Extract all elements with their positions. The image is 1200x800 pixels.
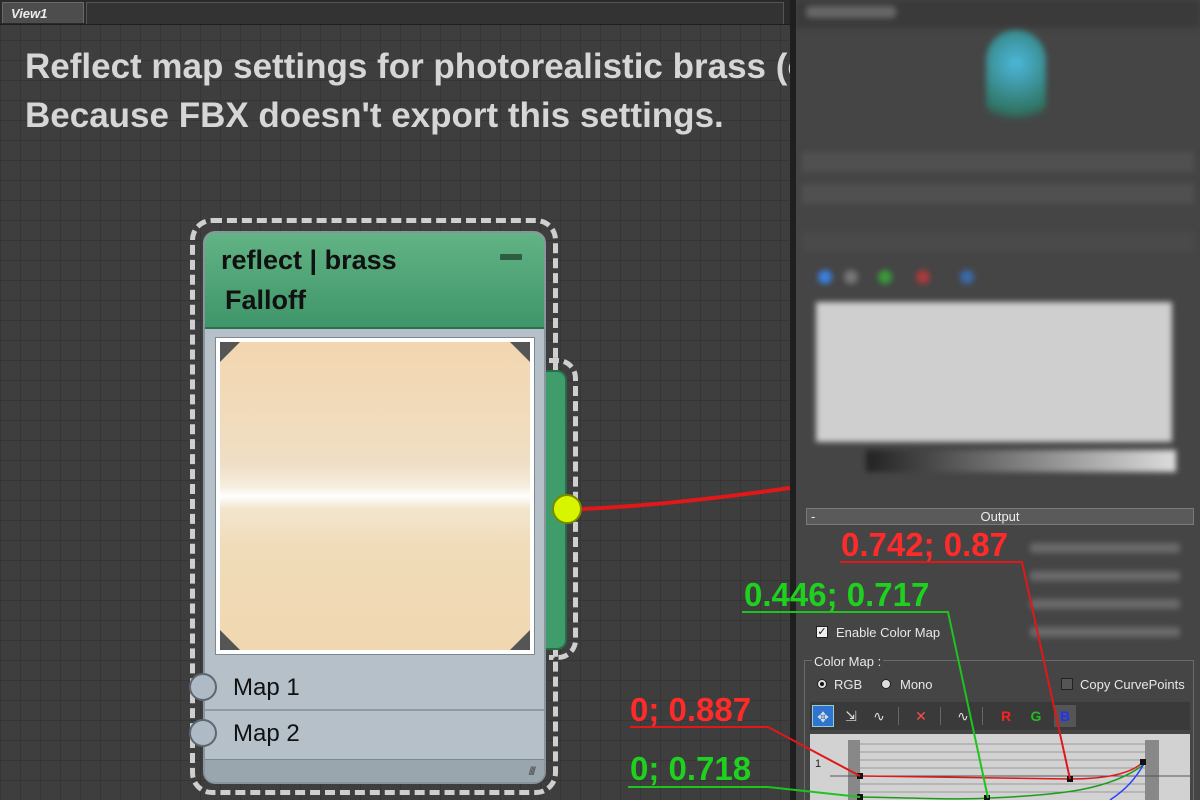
annotation-red-high: 0.742; 0.87 (841, 526, 1008, 563)
leader-green-low (628, 786, 861, 798)
annotation-green-low: 0; 0.718 (630, 750, 752, 787)
curve-point[interactable] (1140, 759, 1146, 765)
annotation-overlay (581, 486, 1190, 800)
annotation-green-high: 0.446; 0.717 (744, 576, 930, 613)
green-channel-curve[interactable] (859, 764, 1144, 800)
annotation-red-low: 0; 0.887 (630, 691, 752, 728)
connection-wire[interactable] (581, 486, 791, 511)
leader-green-high (742, 611, 989, 799)
